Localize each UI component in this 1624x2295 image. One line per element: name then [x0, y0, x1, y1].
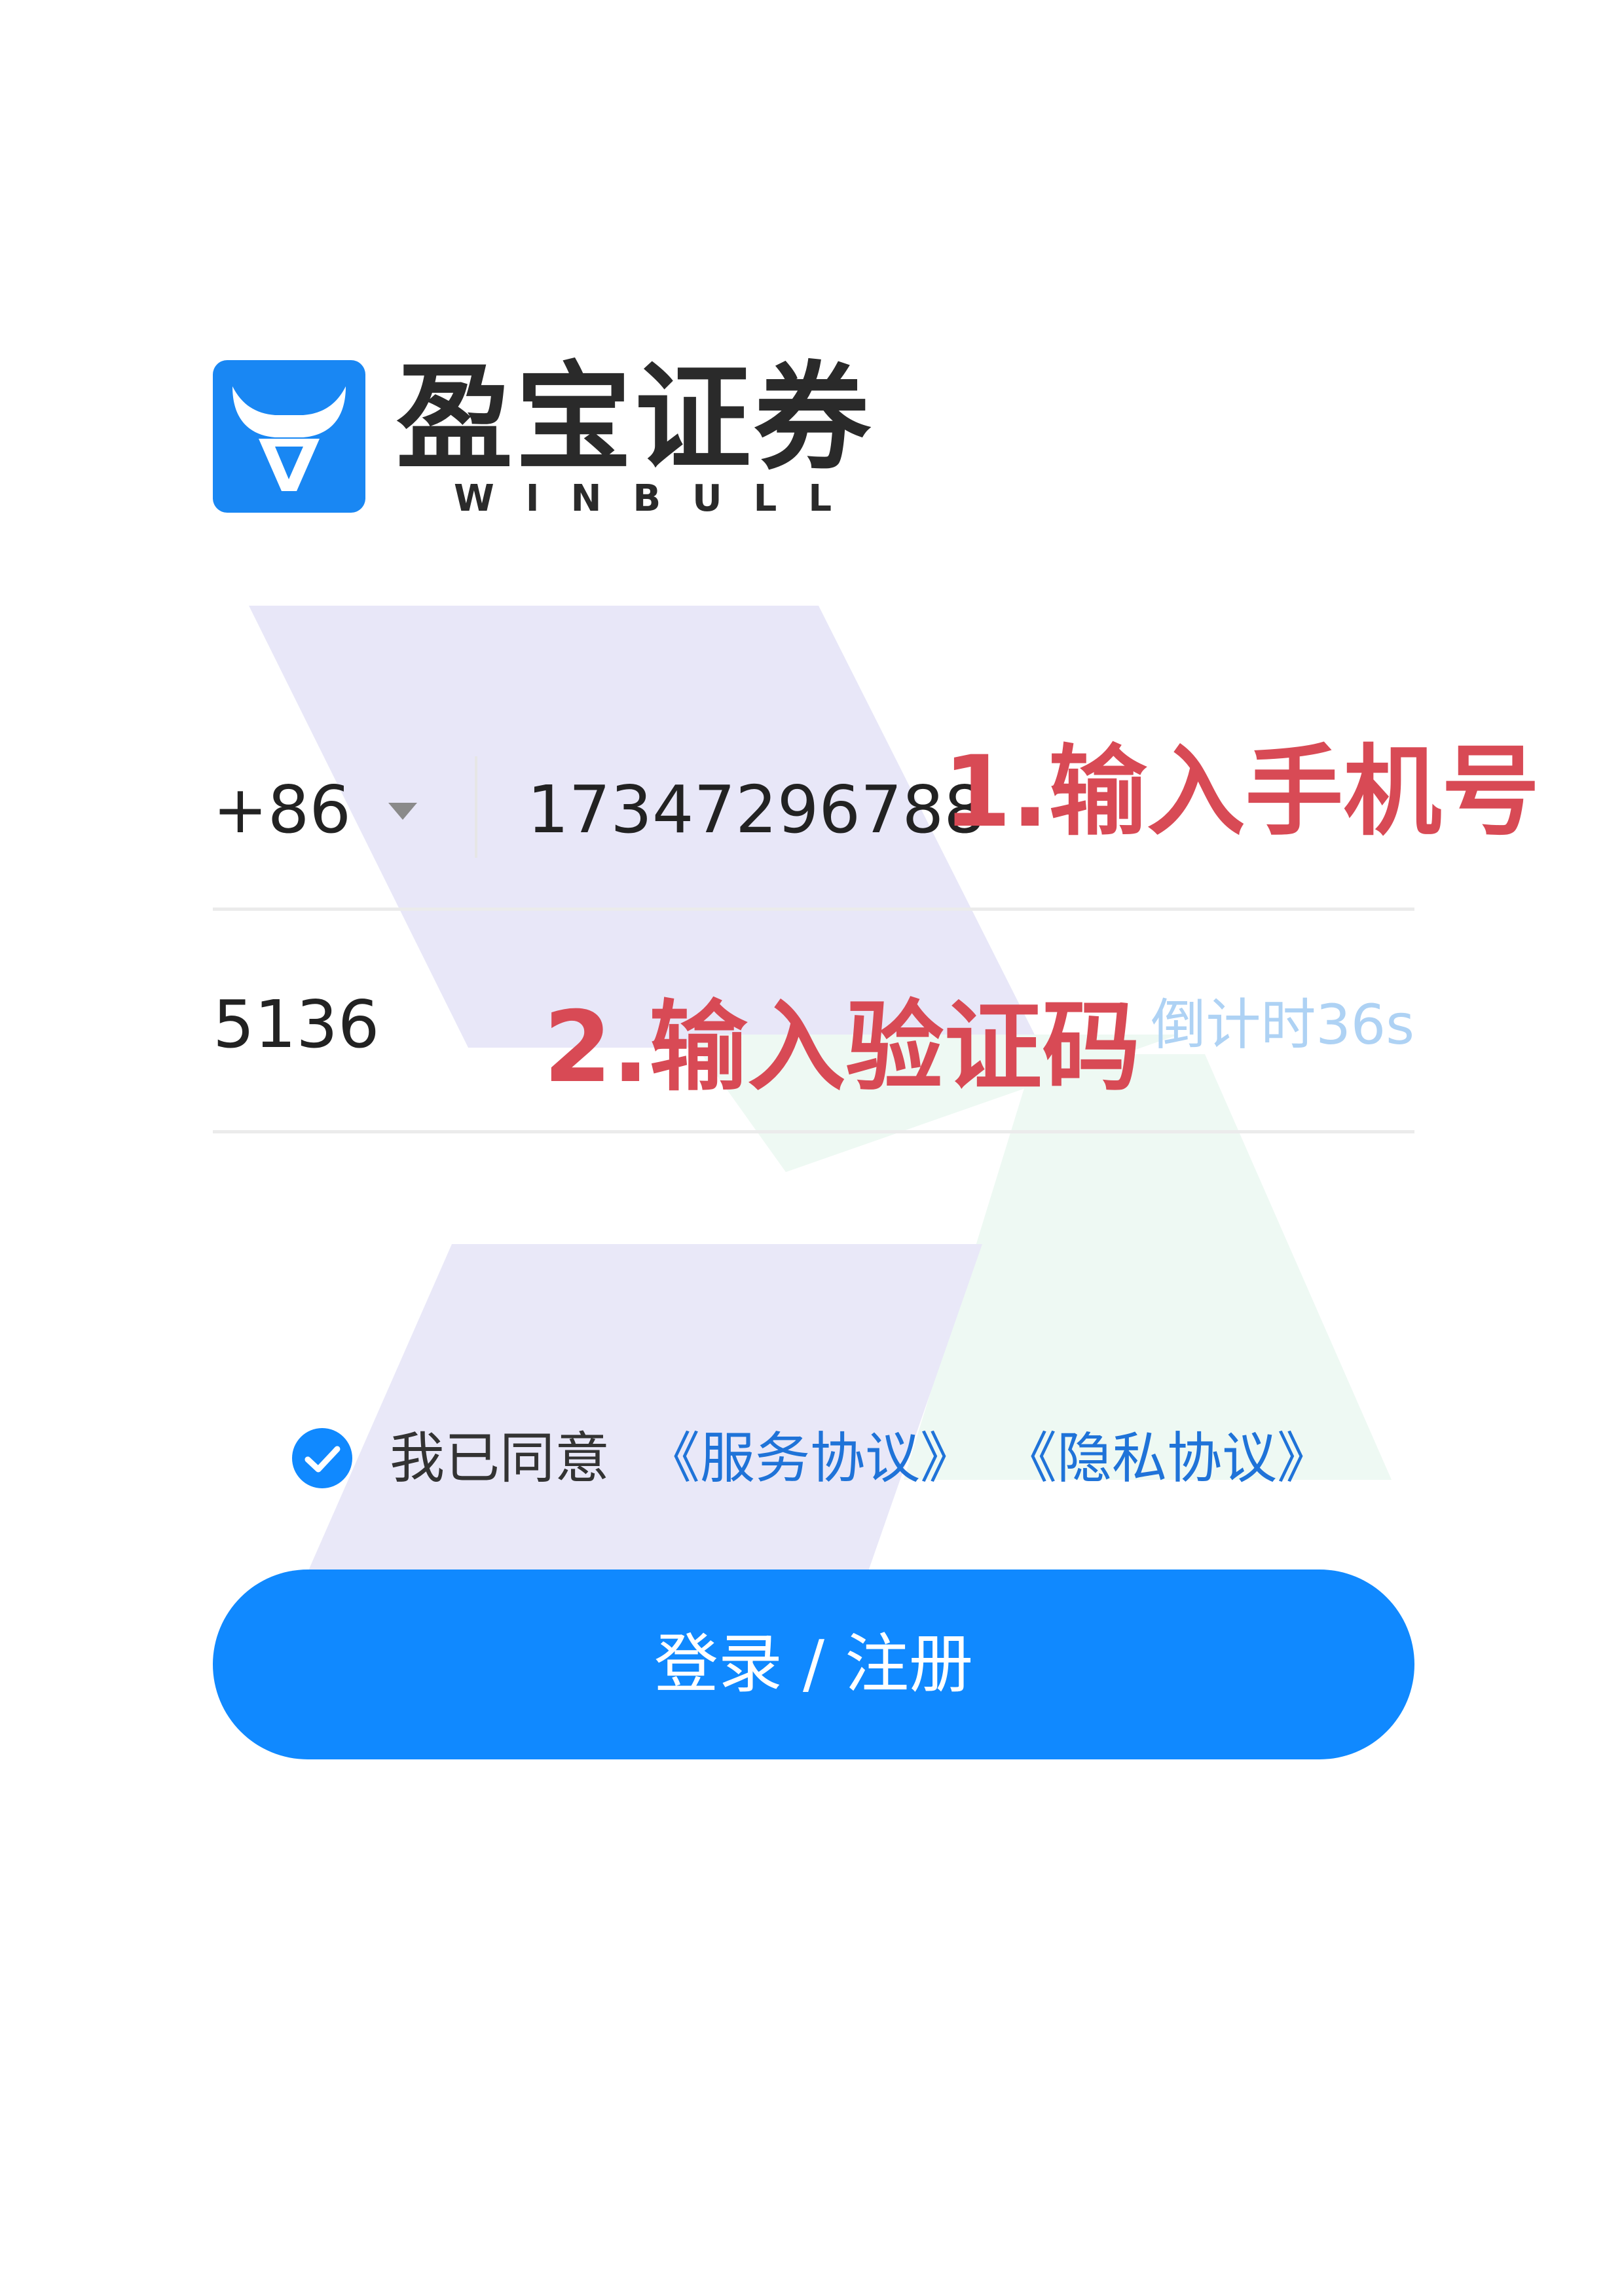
countdown-timer: 倒计时36s — [1151, 993, 1414, 1057]
checkmark-circle-icon[interactable] — [291, 1427, 353, 1489]
annotation-step1: 1.输入手机号 — [943, 735, 1540, 849]
country-code-selector[interactable]: +86 — [213, 767, 351, 853]
service-agreement-link[interactable]: 《服务协议》 — [645, 1419, 975, 1497]
brand-subtitle: WINBULL — [454, 477, 863, 520]
divider — [213, 908, 1414, 911]
divider — [475, 756, 477, 858]
brand-name: 盈宝证券 — [396, 350, 873, 486]
bull-head-icon — [213, 360, 365, 513]
agreement-row: 我已同意 《服务协议》 《隐私协议》 — [291, 1416, 1405, 1501]
caret-down-icon[interactable] — [388, 791, 417, 830]
background-watermark — [249, 606, 1392, 1676]
annotation-step2: 2.输入验证码 — [544, 991, 1141, 1105]
privacy-agreement-link[interactable]: 《隐私协议》 — [1002, 1419, 1332, 1497]
divider — [213, 1130, 1414, 1133]
login-register-button[interactable]: 登录 / 注册 — [213, 1570, 1414, 1759]
agreement-label: 我已同意 — [390, 1426, 610, 1490]
brand-logo: 盈宝证券 WINBULL — [213, 360, 870, 530]
